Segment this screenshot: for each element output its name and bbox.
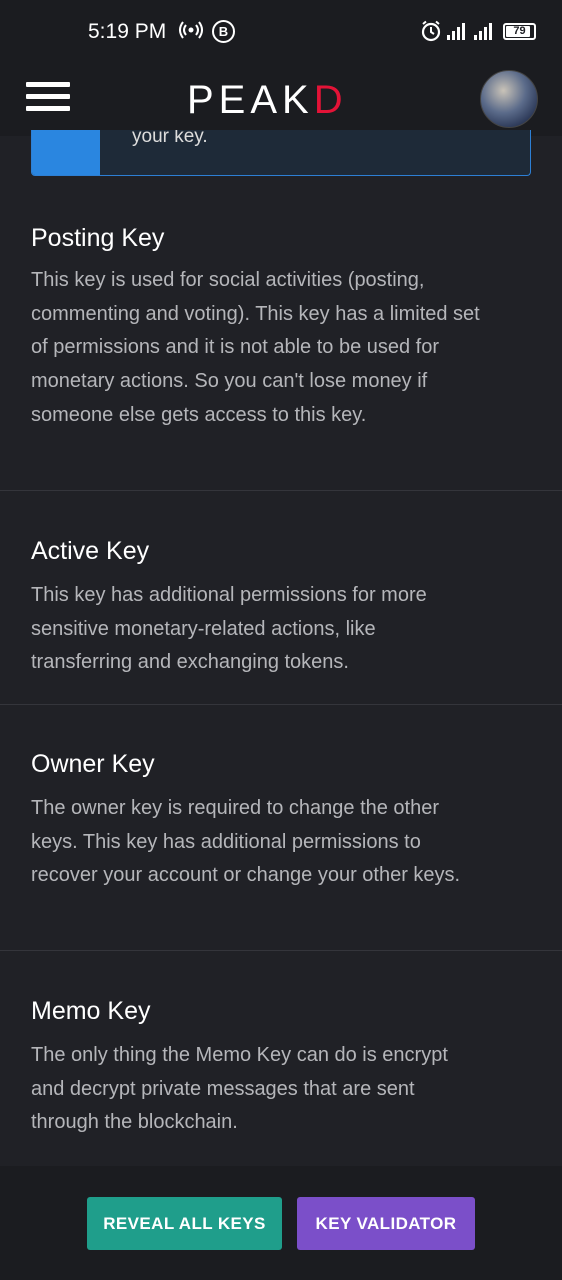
battery-level: 79 [513, 25, 526, 37]
key-section-active: Active Key This key has additional permi… [0, 491, 562, 705]
battery-icon: 79 [503, 23, 536, 40]
alert-text: your key. [132, 130, 208, 147]
reveal-all-keys-button[interactable]: REVEAL ALL KEYS [87, 1197, 282, 1250]
section-description: This key has additional permissions for … [31, 584, 427, 674]
logo-text-a: A [250, 78, 283, 122]
section-title: Owner Key [31, 750, 155, 778]
avatar[interactable] [480, 70, 538, 128]
status-time: 5:19 PM [88, 20, 167, 43]
key-section-memo: Memo Key The only thing the Memo Key can… [0, 951, 562, 1166]
section-description: The owner key is required to change the … [31, 797, 461, 887]
section-title: Posting Key [31, 224, 165, 252]
key-section-owner: Owner Key The owner key is required to c… [0, 705, 562, 951]
hamburger-menu-icon[interactable] [26, 82, 70, 112]
b-badge-icon: B [212, 20, 235, 43]
section-title: Memo Key [31, 997, 151, 1025]
broadcast-icon [179, 20, 203, 45]
alarm-icon [420, 20, 442, 47]
info-alert: your key. [31, 130, 531, 176]
section-title: Active Key [31, 537, 150, 565]
section-description: This key is used for social activities (… [31, 269, 480, 426]
logo-text-pe: PE [187, 78, 251, 122]
key-section-posting: Posting Key This key is used for social … [0, 190, 562, 491]
logo-text-d: D [313, 78, 348, 122]
alert-accent-bar [32, 130, 100, 175]
app-header: PEAKD [0, 64, 562, 136]
key-validator-button[interactable]: KEY VALIDATOR [297, 1197, 475, 1250]
status-bar: 5:19 PM B 79 [0, 0, 562, 64]
peakd-logo[interactable]: PEAKD [187, 78, 348, 123]
signal-icon-2 [474, 22, 492, 40]
signal-icon [447, 22, 465, 40]
bottom-action-bar: REVEAL ALL KEYS KEY VALIDATOR [0, 1166, 562, 1280]
logo-text-k: K [282, 78, 314, 122]
section-description: The only thing the Memo Key can do is en… [31, 1044, 448, 1134]
